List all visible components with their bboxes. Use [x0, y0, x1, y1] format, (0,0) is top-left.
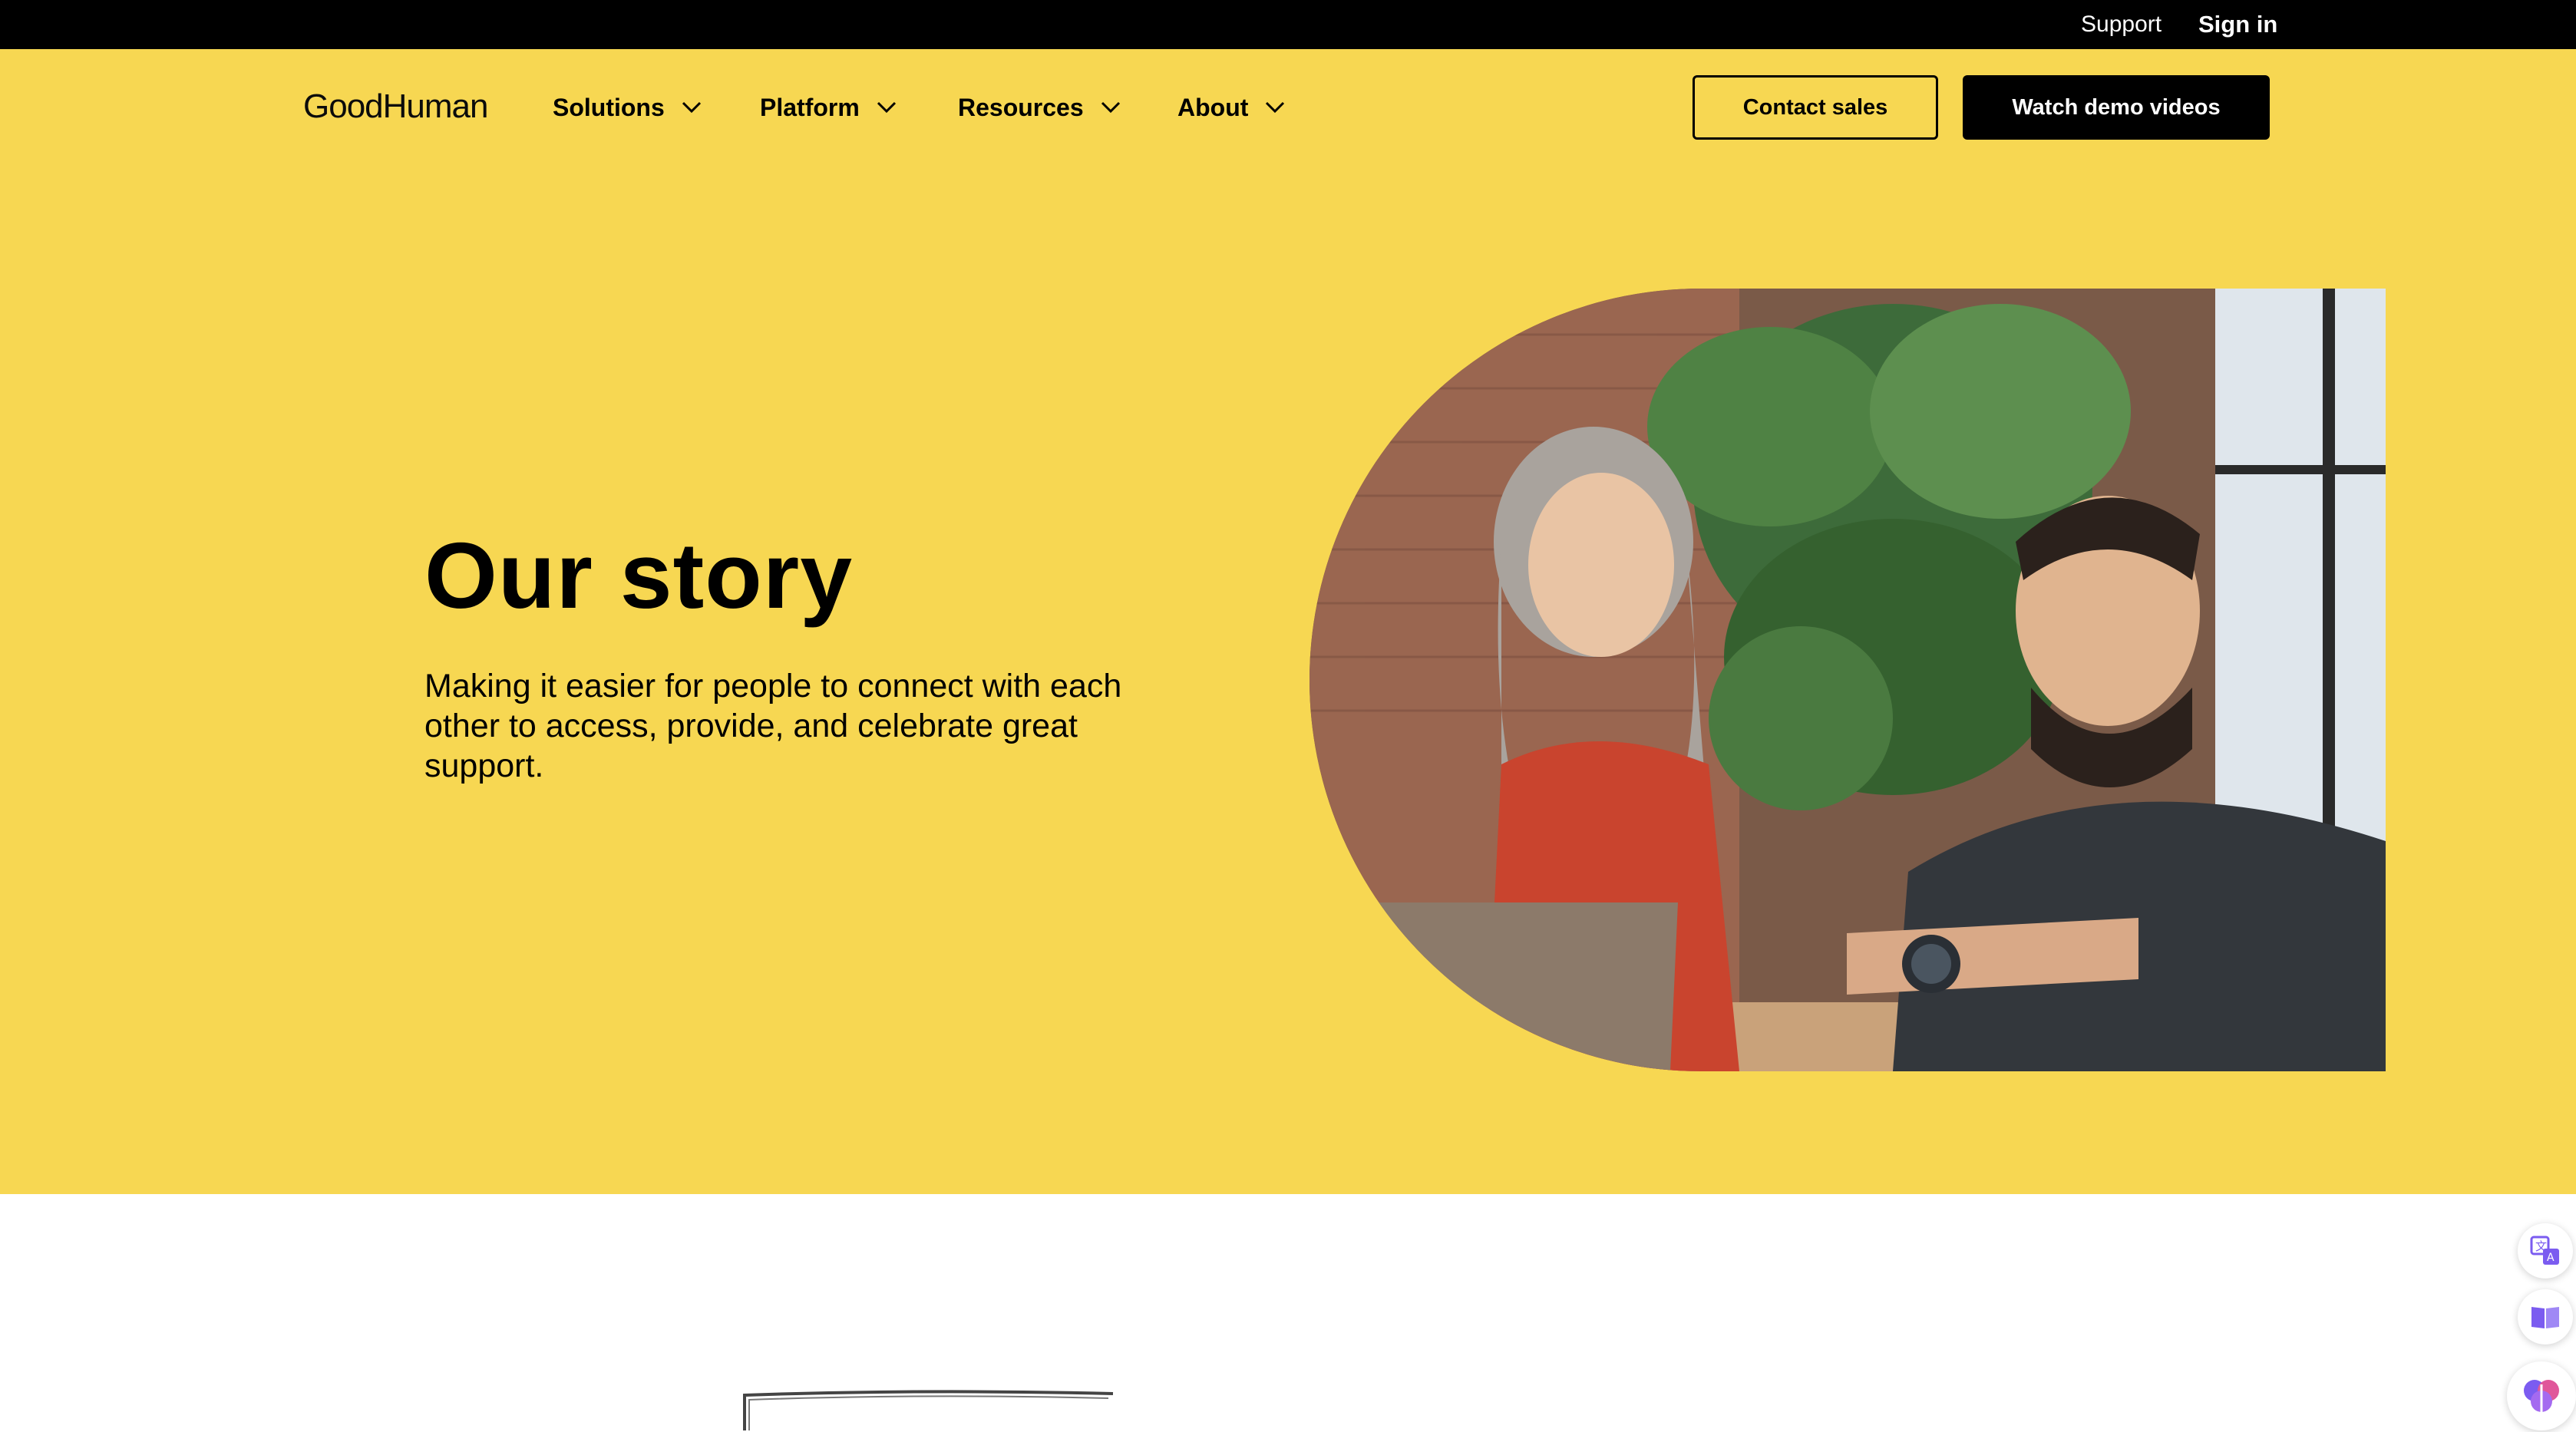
- chevron-down-icon: [877, 101, 896, 114]
- sign-in-link[interactable]: Sign in: [2198, 0, 2277, 49]
- chevron-down-icon: [1266, 101, 1285, 114]
- contact-sales-button[interactable]: Contact sales: [1693, 75, 1938, 140]
- people-at-laptop-photo: [1309, 289, 2386, 1071]
- ai-assistant-button[interactable]: [2507, 1361, 2576, 1430]
- nav-solutions-label: Solutions: [553, 93, 665, 121]
- nav-platform[interactable]: Platform: [760, 86, 897, 129]
- nav-platform-label: Platform: [760, 93, 860, 121]
- brain-ai-icon: [2524, 1380, 2559, 1412]
- hero-photo: [1309, 289, 2386, 1071]
- nav-about-label: About: [1177, 93, 1249, 121]
- chevron-down-icon: [1101, 101, 1120, 114]
- nav-solutions[interactable]: Solutions: [553, 86, 702, 129]
- book-reader-icon: [2531, 1307, 2559, 1328]
- chevron-down-icon: [682, 101, 701, 114]
- nav-resources[interactable]: Resources: [958, 86, 1121, 129]
- page-title: Our story: [424, 523, 854, 628]
- translate-icon: 文 A: [2530, 1236, 2559, 1265]
- logo[interactable]: GoodHuman: [303, 87, 488, 126]
- nav-resources-label: Resources: [958, 93, 1084, 121]
- watch-demo-videos-button[interactable]: Watch demo videos: [1963, 75, 2270, 140]
- utility-bar: Support Sign in: [0, 0, 2576, 49]
- support-link[interactable]: Support: [2081, 0, 2162, 49]
- svg-text:A: A: [2547, 1252, 2555, 1264]
- translate-button[interactable]: 文 A: [2518, 1223, 2573, 1279]
- sketch-illustration: [743, 1390, 1114, 1430]
- reader-button[interactable]: [2518, 1289, 2573, 1345]
- nav-about[interactable]: About: [1177, 86, 1285, 129]
- hero-subtitle: Making it easier for people to connect w…: [424, 668, 1122, 784]
